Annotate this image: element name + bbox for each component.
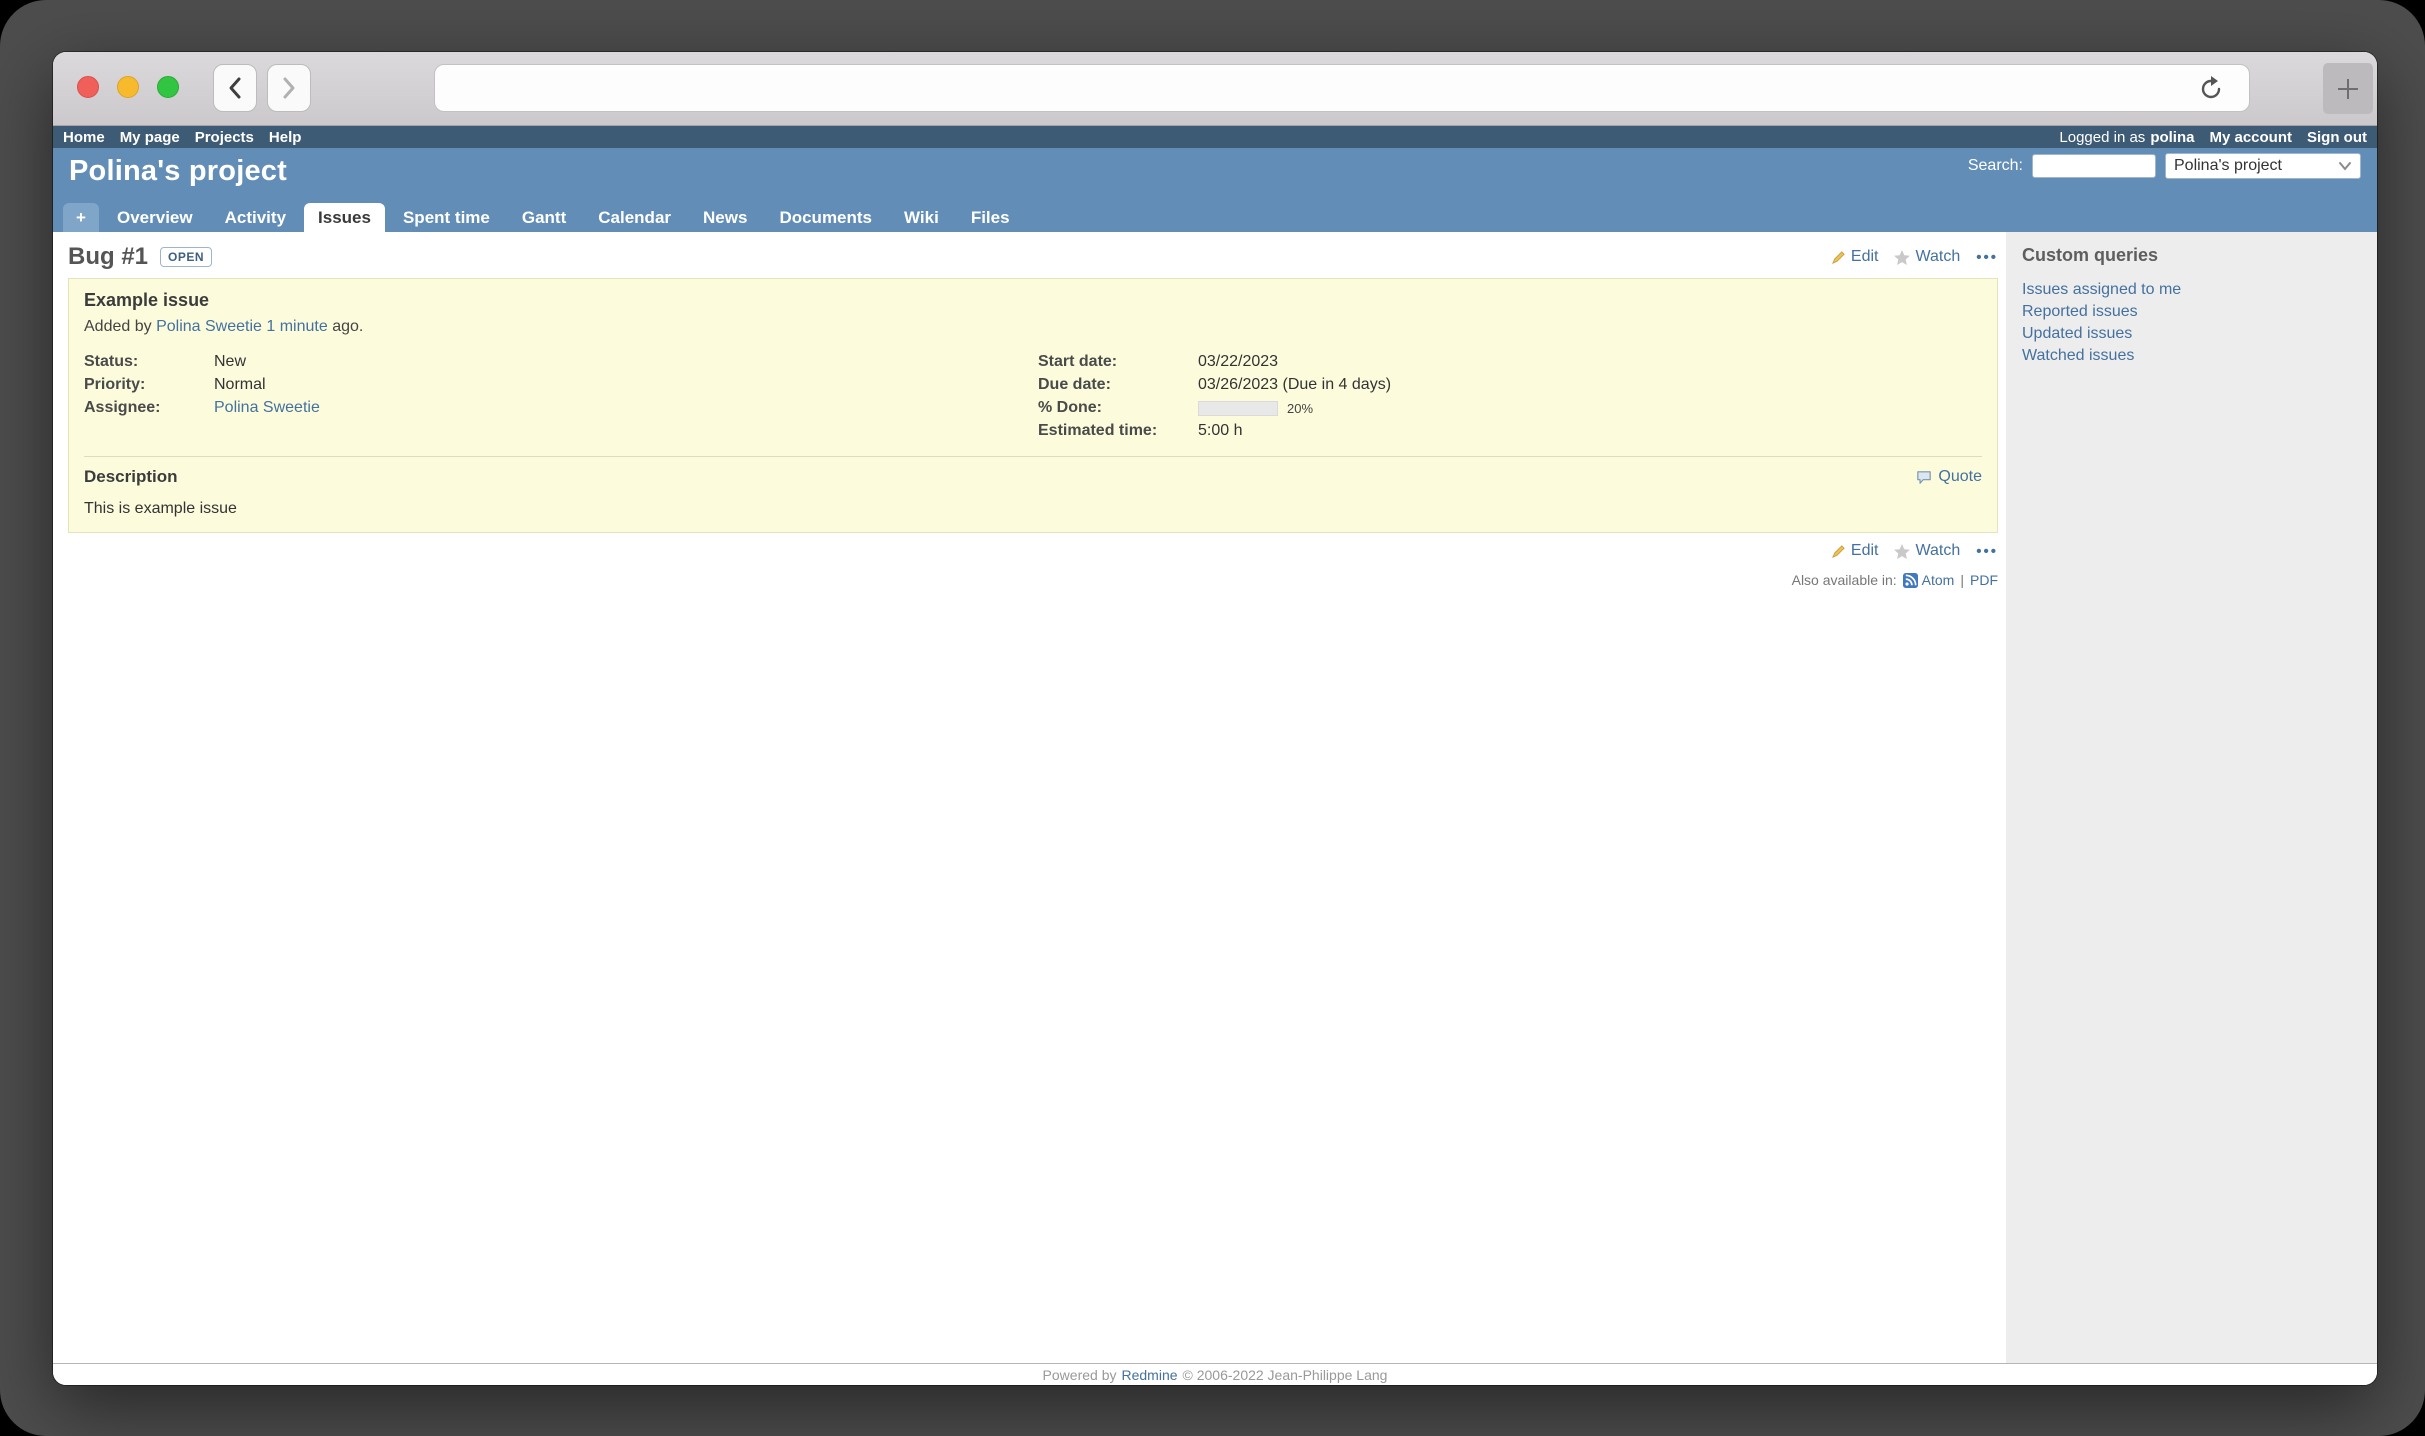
browser-window: Home My page Projects Help Logged in as … (53, 52, 2377, 1385)
top-menu-help[interactable]: Help (269, 129, 302, 146)
content-area: Bug #1 OPEN Edit Watch ••• Example i (53, 232, 2377, 1363)
sidebar-link-watched-issues[interactable]: Watched issues (2022, 345, 2365, 367)
more-actions-button[interactable]: ••• (1976, 249, 1998, 266)
format-separator: | (1960, 572, 1964, 588)
forward-button[interactable] (267, 64, 311, 112)
issue-attributes: Status: New Priority: Normal Assignee: P… (84, 353, 1982, 440)
redmine-link[interactable]: Redmine (1121, 1367, 1177, 1383)
close-window-button[interactable] (77, 76, 99, 98)
tab-spent-time[interactable]: Spent time (389, 203, 504, 232)
sidebar-link-issues-assigned-to-me[interactable]: Issues assigned to me (2022, 279, 2365, 301)
logged-in-user-link[interactable]: polina (2150, 129, 2194, 146)
attr-percent-done: % Done: 20% (1038, 399, 1982, 417)
top-menu-home[interactable]: Home (63, 129, 105, 146)
attr-priority: Priority: Normal (84, 376, 1028, 394)
also-available-row: Also available in: Atom | PDF (68, 572, 1998, 588)
attr-estimated-time: Estimated time: 5:00 h (1038, 422, 1982, 440)
tab-gantt[interactable]: Gantt (508, 203, 580, 232)
tab-wiki[interactable]: Wiki (890, 203, 953, 232)
browser-toolbar (53, 52, 2377, 126)
reload-button[interactable] (2197, 75, 2225, 108)
issue-actions-top: Edit Watch ••• (1831, 248, 1998, 266)
top-menu-my-page[interactable]: My page (120, 129, 180, 146)
plus-icon (2335, 76, 2361, 102)
custom-queries-heading: Custom queries (2022, 245, 2365, 266)
watch-link-top[interactable]: Watch (1894, 248, 1960, 266)
minimize-window-button[interactable] (117, 76, 139, 98)
search-label: Search: (1968, 157, 2023, 175)
tab-add[interactable]: + (63, 203, 99, 232)
tab-files[interactable]: Files (957, 203, 1024, 232)
attr-status: Status: New (84, 353, 1028, 371)
assignee-link[interactable]: Polina Sweetie (214, 399, 320, 417)
chevron-down-icon (2338, 161, 2352, 171)
quote-link[interactable]: Quote (1916, 468, 1982, 486)
author-link[interactable]: Polina Sweetie (156, 318, 262, 335)
project-jump-select[interactable]: Polina's project (2165, 153, 2361, 179)
reload-icon (2197, 75, 2225, 103)
project-header: Polina's project Search: Polina's projec… (53, 148, 2377, 232)
watch-link-bottom[interactable]: Watch (1894, 542, 1960, 560)
top-menu-projects[interactable]: Projects (195, 129, 254, 146)
edit-link-bottom[interactable]: Edit (1831, 542, 1879, 560)
tab-documents[interactable]: Documents (765, 203, 886, 232)
sidebar-link-updated-issues[interactable]: Updated issues (2022, 323, 2365, 345)
back-button[interactable] (213, 64, 257, 112)
more-actions-button-bottom[interactable]: ••• (1976, 543, 1998, 560)
speech-bubble-icon (1916, 470, 1932, 485)
project-title: Polina's project (69, 155, 287, 188)
star-icon (1894, 250, 1910, 265)
description-heading: Description (84, 467, 178, 487)
project-jump-value: Polina's project (2174, 157, 2282, 175)
chevron-left-icon (227, 76, 243, 100)
footer-prefix: Powered by (1043, 1367, 1117, 1383)
atom-feed-icon (1903, 573, 1918, 588)
new-tab-button[interactable] (2323, 63, 2373, 114)
pdf-link[interactable]: PDF (1970, 572, 1998, 588)
sign-out-link[interactable]: Sign out (2307, 129, 2367, 146)
description-text: This is example issue (84, 500, 1982, 518)
issue-details-box: Example issue Added by Polina Sweetie 1 … (68, 278, 1998, 533)
logged-in-label: Logged in as (2059, 129, 2145, 146)
sidebar-link-reported-issues[interactable]: Reported issues (2022, 301, 2365, 323)
also-available-label: Also available in: (1792, 572, 1897, 588)
tab-issues[interactable]: Issues (304, 203, 385, 232)
description-section: Description Quote This is example issue (84, 456, 1982, 518)
star-icon (1894, 544, 1910, 559)
search-input[interactable] (2032, 154, 2156, 178)
chevron-right-icon (281, 76, 297, 100)
attr-assignee: Assignee: Polina Sweetie (84, 399, 1028, 417)
tab-activity[interactable]: Activity (211, 203, 300, 232)
pencil-icon (1831, 544, 1846, 559)
tab-overview[interactable]: Overview (103, 203, 207, 232)
edit-link-top[interactable]: Edit (1831, 248, 1879, 266)
atom-link[interactable]: Atom (1903, 572, 1955, 588)
pencil-icon (1831, 250, 1846, 265)
page-footer: Powered by Redmine © 2006-2022 Jean-Phil… (53, 1363, 2377, 1385)
issue-title: Bug #1 (68, 243, 148, 271)
attr-start-date: Start date: 03/22/2023 (1038, 353, 1982, 371)
tab-calendar[interactable]: Calendar (584, 203, 685, 232)
issue-author-line: Added by Polina Sweetie 1 minute ago. (84, 318, 1982, 336)
progress-bar (1198, 401, 1278, 416)
project-tabs: + Overview Activity Issues Spent time Ga… (63, 203, 1024, 232)
top-menu: Home My page Projects Help Logged in as … (53, 126, 2377, 148)
issue-main: Bug #1 OPEN Edit Watch ••• Example i (53, 232, 2006, 1363)
issue-actions-bottom: Edit Watch ••• (68, 542, 1998, 560)
added-time-link[interactable]: 1 minute (266, 318, 327, 335)
attr-due-date: Due date: 03/26/2023 (Due in 4 days) (1038, 376, 1982, 394)
tab-news[interactable]: News (689, 203, 761, 232)
progress-percent-text: 20% (1287, 401, 1313, 416)
issue-subject: Example issue (84, 290, 1982, 311)
sidebar: Custom queries Issues assigned to me Rep… (2006, 232, 2377, 1363)
my-account-link[interactable]: My account (2209, 129, 2292, 146)
footer-copyright: © 2006-2022 Jean-Philippe Lang (1183, 1367, 1388, 1383)
zoom-window-button[interactable] (157, 76, 179, 98)
address-bar[interactable] (434, 64, 2250, 112)
status-badge: OPEN (160, 247, 212, 267)
